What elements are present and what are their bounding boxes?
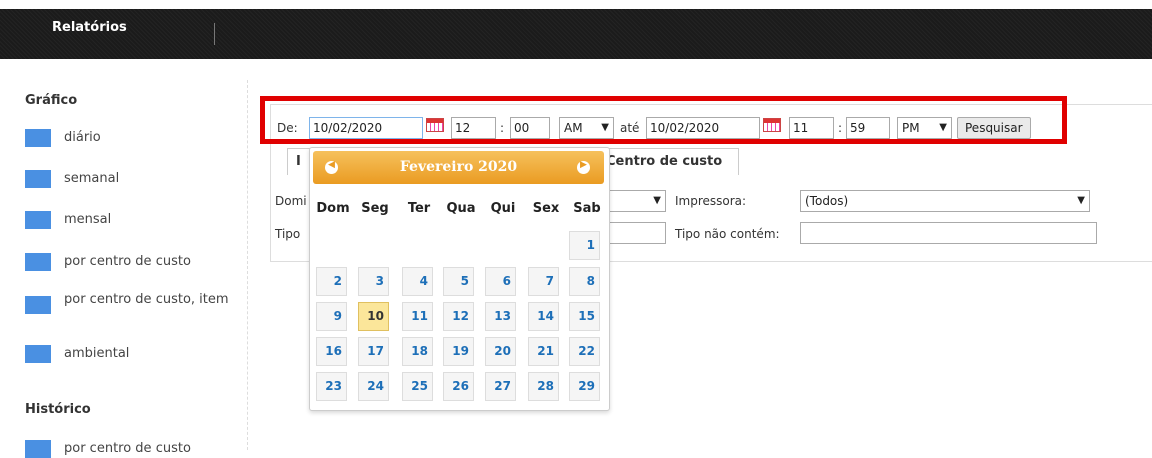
calendar-day[interactable]: 24: [358, 372, 389, 401]
tab-first[interactable]: I: [287, 148, 311, 175]
datepicker-header: ◀ Fevereiro 2020 ▶: [313, 151, 604, 184]
calendar-day[interactable]: 20: [485, 337, 516, 366]
day-of-week-ter: Ter: [407, 201, 431, 216]
nav-separator: [214, 23, 215, 45]
datepicker-title: Fevereiro 2020: [399, 159, 518, 175]
sidebar-item-label: por centro de custo, item: [64, 292, 229, 307]
calendar-day[interactable]: 14: [528, 302, 559, 331]
calendar-day[interactable]: 15: [569, 302, 600, 331]
chart-icon: [25, 129, 51, 147]
calendar-day[interactable]: 28: [528, 372, 559, 401]
calendar-day[interactable]: 8: [569, 267, 600, 296]
sidebar-divider: [247, 80, 248, 450]
printer-label: Impressora:: [675, 194, 747, 208]
sidebar-section-historico: Histórico: [25, 402, 91, 417]
calendar-day[interactable]: 11: [402, 302, 433, 331]
tab-relatorios[interactable]: Relatórios: [52, 20, 127, 35]
calendar-day[interactable]: 16: [316, 337, 347, 366]
day-of-week-dom: Dom: [316, 201, 350, 216]
type-not-contains-label: Tipo não contém:: [675, 227, 780, 241]
printer-select[interactable]: (Todos) ▼: [800, 190, 1090, 212]
calendar-day[interactable]: 29: [569, 372, 600, 401]
top-nav-bar: Relatórios: [0, 9, 1152, 68]
calendar-day[interactable]: 25: [402, 372, 433, 401]
chart-icon: [25, 170, 51, 188]
chart-icon: [25, 211, 51, 229]
chart-icon: [25, 440, 51, 458]
calendar-day[interactable]: 6: [485, 267, 516, 296]
calendar-day[interactable]: 26: [443, 372, 474, 401]
chart-icon: [25, 296, 51, 314]
active-tab-pointer: [66, 61, 82, 68]
type-label: Tipo: [275, 227, 301, 241]
tab-centro-custo[interactable]: Centro de custo: [597, 148, 739, 175]
calendar-day[interactable]: 2: [316, 267, 347, 296]
day-of-week-qui: Qui: [490, 201, 516, 216]
chart-icon: [25, 345, 51, 363]
calendar-day[interactable]: 19: [443, 337, 474, 366]
calendar-day[interactable]: 3: [358, 267, 389, 296]
calendar-day[interactable]: 17: [358, 337, 389, 366]
datepicker-popup: ◀ Fevereiro 2020 ▶ Dom Seg Ter Qua Qui Sex Sab…: [309, 147, 610, 411]
sidebar-item-label: por centro de custo: [64, 254, 191, 269]
calendar-day[interactable]: 13: [485, 302, 516, 331]
printer-select-value: (Todos): [805, 194, 849, 208]
dropdown-arrow-icon: ▼: [1077, 195, 1085, 206]
type-not-contains-input[interactable]: [800, 222, 1097, 244]
sidebar-section-grafico: Gráfico: [25, 93, 78, 108]
sidebar-item-label: diário: [64, 130, 101, 145]
calendar-day[interactable]: 1: [569, 231, 600, 260]
sidebar-item-label: por centro de custo: [64, 441, 191, 456]
next-month-icon[interactable]: ▶: [577, 160, 590, 174]
day-of-week-sex: Sex: [532, 201, 560, 216]
domain-label: Domi: [275, 194, 307, 208]
calendar-day[interactable]: 27: [485, 372, 516, 401]
calendar-day[interactable]: 18: [402, 337, 433, 366]
day-of-week-seg: Seg: [361, 201, 389, 216]
calendar-day[interactable]: 23: [316, 372, 347, 401]
sidebar-item-label: mensal: [64, 212, 112, 227]
day-of-week-sab: Sab: [573, 201, 601, 216]
chart-icon: [25, 253, 51, 271]
calendar-day[interactable]: 22: [569, 337, 600, 366]
calendar-day[interactable]: 7: [528, 267, 559, 296]
calendar-day[interactable]: 12: [443, 302, 474, 331]
calendar-day[interactable]: 4: [402, 267, 433, 296]
sidebar-item-label: ambiental: [64, 346, 130, 361]
highlight-box: [260, 96, 1067, 144]
calendar-day[interactable]: 21: [528, 337, 559, 366]
calendar-day[interactable]: 9: [316, 302, 347, 331]
sidebar-item-label: semanal: [64, 171, 120, 186]
calendar-day[interactable]: 10: [358, 302, 389, 331]
dropdown-arrow-icon: ▼: [653, 195, 661, 206]
calendar-day[interactable]: 5: [443, 267, 474, 296]
day-of-week-qua: Qua: [446, 201, 476, 216]
